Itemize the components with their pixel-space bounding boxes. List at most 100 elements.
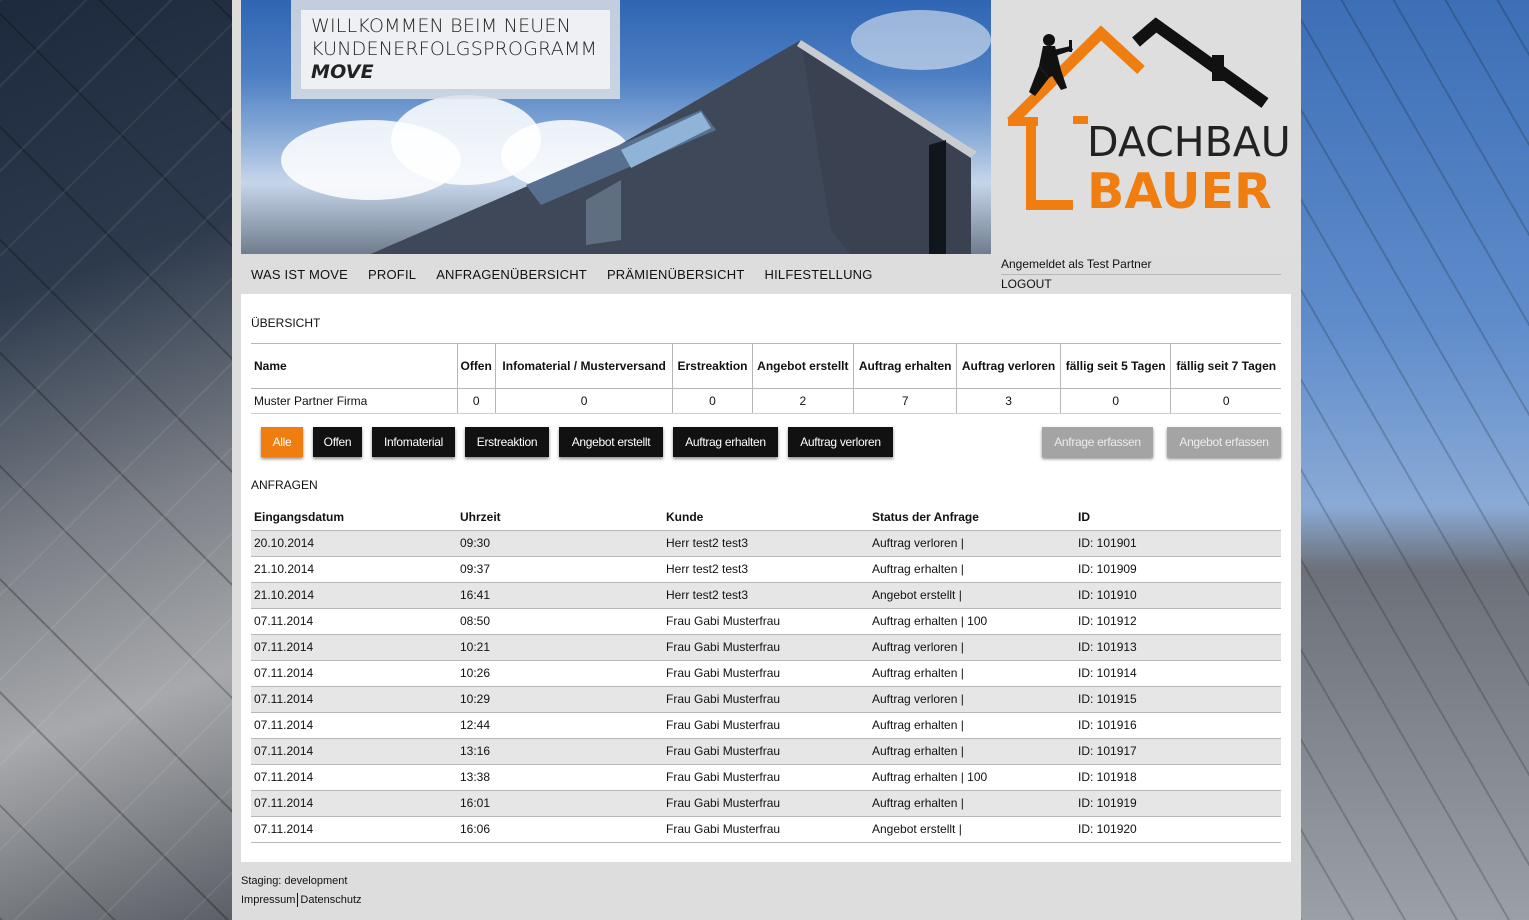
overview-header-row: Name Offen Infomaterial / Musterversand … xyxy=(251,343,1281,389)
main-content: ÜBERSICHT Name Offen Infomaterial / Must… xyxy=(241,294,1291,862)
requests-title: ANFRAGEN xyxy=(251,478,318,492)
table-cell: ID: 101915 xyxy=(1075,686,1281,713)
table-row[interactable]: 07.11.2014 13:16 Frau Gabi Musterfrau Auftr… xyxy=(251,738,1281,765)
footer: Staging: development Impressum Datenschut… xyxy=(241,872,362,910)
table-cell: Auftrag verloren | xyxy=(869,530,1075,557)
requests-col-status: Status der Anfrage xyxy=(869,504,1075,531)
table-row[interactable]: 21.10.2014 16:41 Herr test2 test3 Angebot e… xyxy=(251,582,1281,609)
table-row[interactable]: 07.11.2014 16:01 Frau Gabi Musterfrau Auftr… xyxy=(251,790,1281,817)
table-cell: 07.11.2014 xyxy=(251,660,457,687)
table-cell: 07.11.2014 xyxy=(251,686,457,713)
requests-table: Eingangsdatum Uhrzeit Kunde Status der A… xyxy=(251,504,1281,843)
table-cell: Frau Gabi Musterfrau xyxy=(663,816,869,843)
overview-col-name: Name xyxy=(251,343,457,389)
overview-col-auftrag-verloren: Auftrag verloren xyxy=(956,343,1061,389)
table-cell: 09:30 xyxy=(457,530,663,557)
table-cell: Frau Gabi Musterfrau xyxy=(663,790,869,817)
requests-col-eingangsdatum: Eingangsdatum xyxy=(251,504,457,531)
table-cell: ID: 101909 xyxy=(1075,556,1281,583)
filter-button-alle[interactable]: Alle xyxy=(261,427,303,457)
table-cell: Frau Gabi Musterfrau xyxy=(663,738,869,765)
table-cell: Auftrag erhalten | xyxy=(869,660,1075,687)
table-cell: 21.10.2014 xyxy=(251,556,457,583)
overview-cell: Muster Partner Firma xyxy=(251,388,457,414)
logo-text-dachbau: DACHBAU xyxy=(1087,118,1291,166)
table-cell: ID: 101916 xyxy=(1075,712,1281,739)
table-row[interactable]: 07.11.2014 10:21 Frau Gabi Musterfrau Auftr… xyxy=(251,634,1281,661)
background-sky-right xyxy=(1300,0,1529,920)
table-row[interactable]: 20.10.2014 09:30 Herr test2 test3 Auftrag v… xyxy=(251,530,1281,557)
add-offer-button[interactable]: Angebot erfassen xyxy=(1167,427,1281,457)
overview-title: ÜBERSICHT xyxy=(251,316,321,330)
table-cell: Frau Gabi Musterfrau xyxy=(663,712,869,739)
table-cell: 16:01 xyxy=(457,790,663,817)
table-cell: Herr test2 test3 xyxy=(663,556,869,583)
table-cell: 13:16 xyxy=(457,738,663,765)
user-panel: Angemeldet als Test Partner LOGOUT xyxy=(1001,254,1281,291)
filter-button-angebot-erstellt[interactable]: Angebot erstellt xyxy=(559,427,663,457)
logout-link[interactable]: LOGOUT xyxy=(1001,275,1281,291)
table-cell: Auftrag erhalten | xyxy=(869,738,1075,765)
overview-col-angebot: Angebot erstellt xyxy=(751,343,854,389)
table-cell: Auftrag erhalten | 100 xyxy=(869,764,1075,791)
table-cell: ID: 101918 xyxy=(1075,764,1281,791)
table-cell: 07.11.2014 xyxy=(251,608,457,635)
filter-button-auftrag-verloren[interactable]: Auftrag verloren xyxy=(788,427,893,457)
table-cell: 07.11.2014 xyxy=(251,816,457,843)
company-logo: DACHBAU BAUER xyxy=(991,0,1301,254)
table-cell: 10:21 xyxy=(457,634,663,661)
nav-item-praemienuebersicht[interactable]: PRÄMIENÜBERSICHT xyxy=(597,267,755,282)
overview-cell: 0 xyxy=(494,388,673,414)
overview-cell: 2 xyxy=(751,388,854,414)
requests-header-row: Eingangsdatum Uhrzeit Kunde Status der A… xyxy=(251,504,1281,531)
staging-label: Staging: development xyxy=(241,875,348,887)
table-cell: 10:26 xyxy=(457,660,663,687)
table-cell: Auftrag verloren | xyxy=(869,634,1075,661)
table-cell: ID: 101912 xyxy=(1075,608,1281,635)
table-cell: ID: 101917 xyxy=(1075,738,1281,765)
table-row[interactable]: 07.11.2014 10:29 Frau Gabi Musterfrau Auftr… xyxy=(251,686,1281,713)
nav-item-anfragenuebersicht[interactable]: ANFRAGENÜBERSICHT xyxy=(426,267,597,282)
filter-button-auftrag-erhalten[interactable]: Auftrag erhalten xyxy=(673,427,778,457)
table-cell: Auftrag erhalten | xyxy=(869,790,1075,817)
table-cell: 07.11.2014 xyxy=(251,634,457,661)
table-row[interactable]: 07.11.2014 12:44 Frau Gabi Musterfrau Auftr… xyxy=(251,712,1281,739)
table-row[interactable]: 07.11.2014 13:38 Frau Gabi Musterfrau Auftr… xyxy=(251,764,1281,791)
welcome-line-2: KUNDENERFOLGSPROGRAMM xyxy=(311,38,598,60)
table-cell: Auftrag erhalten | 100 xyxy=(869,608,1075,635)
welcome-banner: WILLKOMMEN BEIM NEUEN KUNDENERFOLGSPROGR… xyxy=(291,0,620,99)
overview-cell: 0 xyxy=(672,388,753,414)
welcome-program-name: MOVE xyxy=(311,61,374,83)
table-row[interactable]: 07.11.2014 08:50 Frau Gabi Musterfrau Auftr… xyxy=(251,608,1281,635)
table-cell: Herr test2 test3 xyxy=(663,582,869,609)
table-cell: Frau Gabi Musterfrau xyxy=(663,608,869,635)
nav-item-was-ist-move[interactable]: WAS IST MOVE xyxy=(241,267,358,282)
table-cell: ID: 101913 xyxy=(1075,634,1281,661)
table-cell: 13:38 xyxy=(457,764,663,791)
filter-button-offen[interactable]: Offen xyxy=(313,427,362,457)
table-row[interactable]: 21.10.2014 09:37 Herr test2 test3 Auftrag e… xyxy=(251,556,1281,583)
nav-item-hilfestellung[interactable]: HILFESTELLUNG xyxy=(755,267,883,282)
table-cell: 10:29 xyxy=(457,686,663,713)
nav-item-profil[interactable]: PROFIL xyxy=(358,267,426,282)
logo-text-bauer: BAUER xyxy=(1087,163,1272,220)
table-row[interactable]: 07.11.2014 10:26 Frau Gabi Musterfrau Auftr… xyxy=(251,660,1281,687)
table-cell: Frau Gabi Musterfrau xyxy=(663,660,869,687)
table-row[interactable]: 07.11.2014 16:06 Frau Gabi Musterfrau Angeb… xyxy=(251,816,1281,843)
table-cell: 09:37 xyxy=(457,556,663,583)
overview-col-faellig-7: fällig seit 7 Tagen xyxy=(1170,343,1281,389)
table-cell: 07.11.2014 xyxy=(251,712,457,739)
requests-col-kunde: Kunde xyxy=(663,504,869,531)
table-cell: 16:41 xyxy=(457,582,663,609)
main-nav: WAS IST MOVE PROFIL ANFRAGENÜBERSICHT PR… xyxy=(241,254,991,294)
filter-button-erstreaktion[interactable]: Erstreaktion xyxy=(465,427,549,457)
filter-button-infomaterial[interactable]: Infomaterial xyxy=(372,427,455,457)
datenschutz-link[interactable]: Datenschutz xyxy=(300,894,361,906)
table-cell: Auftrag erhalten | xyxy=(869,556,1075,583)
add-request-button[interactable]: Anfrage erfassen xyxy=(1042,427,1153,457)
welcome-line-1: WILLKOMMEN BEIM NEUEN xyxy=(311,15,572,37)
header-image: WILLKOMMEN BEIM NEUEN KUNDENERFOLGSPROGR… xyxy=(241,0,991,254)
overview-cell: 3 xyxy=(956,388,1061,414)
overview-table: Name Offen Infomaterial / Musterversand … xyxy=(251,343,1281,414)
impressum-link[interactable]: Impressum xyxy=(241,894,295,906)
